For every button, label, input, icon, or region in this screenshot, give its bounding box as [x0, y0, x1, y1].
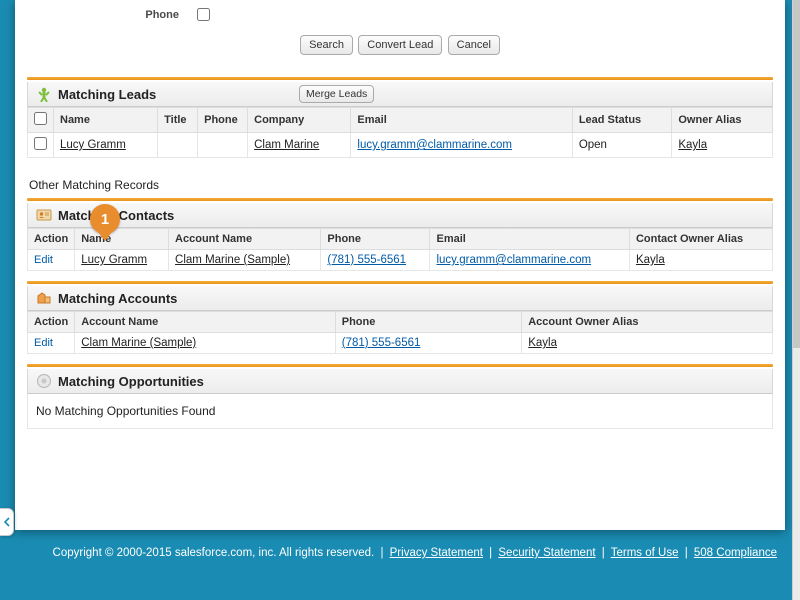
footer-privacy-link[interactable]: Privacy Statement: [390, 547, 483, 559]
scrollbar-thumb[interactable]: [793, 0, 800, 348]
account-phone-link[interactable]: (781) 555-6561: [342, 337, 421, 349]
accounts-section-title: Matching Accounts: [58, 291, 177, 306]
lead-owner-link[interactable]: Kayla: [678, 139, 707, 151]
col-name: Name: [75, 229, 169, 250]
contact-name-link[interactable]: Lucy Gramm: [81, 254, 147, 266]
account-owner-link[interactable]: Kayla: [528, 337, 557, 349]
contact-owner-link[interactable]: Kayla: [636, 254, 665, 266]
footer-copyright: Copyright © 2000-2015 salesforce.com, in…: [53, 547, 375, 559]
footer-terms-link[interactable]: Terms of Use: [611, 547, 679, 559]
col-status: Lead Status: [572, 108, 672, 133]
contact-account-link[interactable]: Clam Marine (Sample): [175, 254, 290, 266]
contact-phone-link[interactable]: (781) 555-6561: [327, 254, 406, 266]
opps-empty-text: No Matching Opportunities Found: [27, 394, 773, 429]
col-phone: Phone: [198, 108, 248, 133]
lead-email-link[interactable]: lucy.gramm@clammarine.com: [357, 139, 512, 151]
table-row: Lucy Gramm Clam Marine lucy.gramm@clamma…: [28, 133, 773, 158]
vertical-scrollbar[interactable]: [792, 0, 800, 600]
matching-opps-section: Matching Opportunities No Matching Oppor…: [27, 364, 773, 429]
footer-security-link[interactable]: Security Statement: [498, 547, 595, 559]
col-company: Company: [248, 108, 351, 133]
lead-name-link[interactable]: Lucy Gramm: [60, 139, 126, 151]
opportunities-icon: [36, 373, 52, 389]
phone-filter-checkbox[interactable]: [197, 8, 210, 21]
footer-508-link[interactable]: 508 Compliance: [694, 547, 777, 559]
col-owner: Account Owner Alias: [522, 312, 773, 333]
convert-lead-button[interactable]: Convert Lead: [358, 35, 442, 55]
table-row: Edit Lucy Gramm Clam Marine (Sample) (78…: [28, 250, 773, 271]
account-name-link[interactable]: Clam Marine (Sample): [81, 337, 196, 349]
contacts-icon: [36, 207, 52, 223]
lead-title: [158, 133, 198, 158]
lead-status: Open: [572, 133, 672, 158]
matching-leads-section: Matching Leads Merge Leads Name Title Ph…: [27, 77, 773, 158]
col-action: Action: [28, 229, 75, 250]
leads-table-header: Name Title Phone Company Email Lead Stat…: [28, 108, 773, 133]
leads-select-all-checkbox[interactable]: [34, 112, 47, 125]
opps-section-title: Matching Opportunities: [58, 374, 204, 389]
matching-accounts-section: Matching Accounts Action Account Name Ph…: [27, 281, 773, 354]
col-action: Action: [28, 312, 75, 333]
col-owner: Owner Alias: [672, 108, 773, 133]
col-email: Email: [351, 108, 572, 133]
other-matching-label: Other Matching Records: [27, 168, 773, 198]
lead-row-checkbox[interactable]: [34, 137, 47, 150]
panel-collapse-handle[interactable]: [0, 508, 14, 536]
col-name: Name: [54, 108, 158, 133]
accounts-table-header: Action Account Name Phone Account Owner …: [28, 312, 773, 333]
contact-email-link[interactable]: lucy.gramm@clammarine.com: [436, 254, 591, 266]
lead-company-link[interactable]: Clam Marine: [254, 139, 319, 151]
merge-leads-button[interactable]: Merge Leads: [299, 85, 374, 103]
col-phone: Phone: [335, 312, 521, 333]
col-account: Account Name: [169, 229, 321, 250]
table-row: Edit Clam Marine (Sample) (781) 555-6561…: [28, 333, 773, 354]
col-email: Email: [430, 229, 629, 250]
search-button[interactable]: Search: [300, 35, 353, 55]
contacts-section-title: Matching Contacts: [58, 208, 174, 223]
col-owner: Contact Owner Alias: [629, 229, 772, 250]
account-edit-link[interactable]: Edit: [34, 337, 53, 349]
col-title: Title: [158, 108, 198, 133]
contact-edit-link[interactable]: Edit: [34, 254, 53, 266]
phone-filter-label: Phone: [27, 9, 197, 21]
lead-phone: [198, 133, 248, 158]
contacts-table-header: Action Name Account Name Phone Email Con…: [28, 229, 773, 250]
leads-section-title: Matching Leads: [58, 87, 156, 102]
leads-icon: [36, 86, 52, 102]
col-account: Account Name: [75, 312, 336, 333]
cancel-button[interactable]: Cancel: [448, 35, 500, 55]
matching-contacts-section: Matching Contacts Action Name Account Na…: [27, 198, 773, 271]
col-phone: Phone: [321, 229, 430, 250]
accounts-icon: [36, 290, 52, 306]
